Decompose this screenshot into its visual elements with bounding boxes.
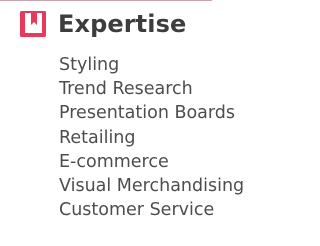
expertise-list: Styling Trend Research Presentation Boar… bbox=[59, 53, 244, 222]
list-item: Visual Merchandising bbox=[59, 176, 245, 197]
list-item: Presentation Boards bbox=[59, 103, 236, 124]
section-heading: Expertise bbox=[20, 4, 186, 44]
list-item: Trend Research bbox=[59, 79, 193, 100]
book-icon bbox=[20, 11, 46, 37]
list-item: Retailing bbox=[59, 127, 136, 148]
list-item: Styling bbox=[59, 55, 120, 75]
section-title: Expertise bbox=[58, 10, 187, 38]
list-item: E-commerce bbox=[59, 151, 169, 172]
section-divider bbox=[0, 0, 212, 1]
list-item: Customer Service bbox=[59, 200, 215, 221]
